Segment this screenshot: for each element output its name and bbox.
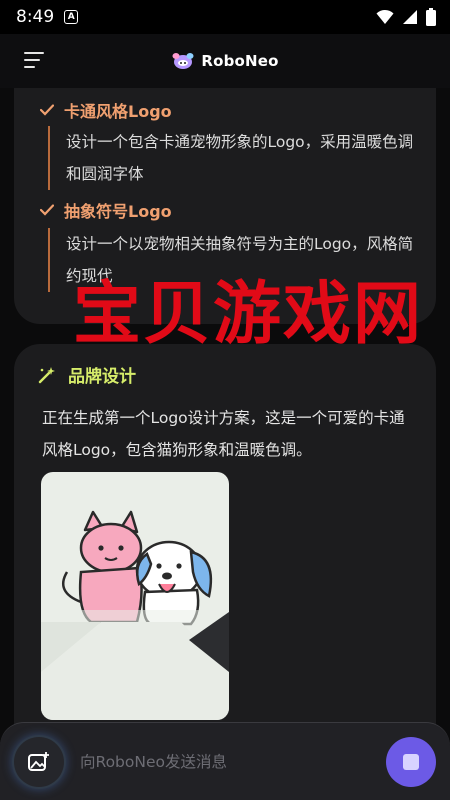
add-image-button[interactable]	[14, 737, 64, 787]
magic-wand-icon	[38, 366, 55, 383]
status-time: 8:49	[16, 7, 55, 27]
generated-logo-preview[interactable]	[41, 472, 229, 720]
option-description: 设计一个包含卡通宠物形象的Logo，采用温暖色调和圆润字体	[48, 126, 418, 190]
option-title: 卡通风格Logo	[64, 102, 172, 121]
option-cartoon-logo[interactable]: 卡通风格Logo	[40, 98, 172, 122]
option-title: 抽象符号Logo	[64, 202, 172, 221]
menu-button[interactable]	[24, 52, 46, 70]
brand-design-card: 品牌设计 正在生成第一个Logo设计方案，这是一个可爱的卡通风格Logo，包含猫…	[14, 344, 436, 744]
wifi-icon	[376, 9, 394, 24]
battery-icon	[426, 8, 436, 26]
watermark-text: 宝贝游戏网	[73, 275, 424, 354]
app-header: RoboNeo	[0, 34, 450, 88]
message-input-bar	[0, 722, 450, 800]
send-stop-button[interactable]	[386, 737, 436, 787]
app-notification-icon: A	[64, 10, 79, 24]
cat-dog-logo-illustration	[41, 510, 229, 720]
brand-logo: RoboNeo	[171, 52, 278, 70]
check-icon	[40, 204, 54, 216]
option-abstract-logo[interactable]: 抽象符号Logo	[40, 198, 172, 222]
status-bar: 8:49 A	[0, 0, 450, 34]
check-icon	[40, 104, 54, 116]
section-header: 品牌设计	[38, 362, 136, 387]
message-input[interactable]	[80, 749, 370, 775]
brand-title: RoboNeo	[201, 52, 279, 70]
stop-icon	[403, 754, 419, 770]
status-icons	[376, 8, 436, 26]
roboneo-logo-icon	[172, 53, 194, 69]
signal-icon	[403, 10, 417, 24]
image-plus-icon	[28, 752, 49, 771]
generation-status-text: 正在生成第一个Logo设计方案，这是一个可爱的卡通风格Logo，包含猫狗形象和温…	[42, 409, 405, 459]
section-title: 品牌设计	[68, 367, 136, 387]
